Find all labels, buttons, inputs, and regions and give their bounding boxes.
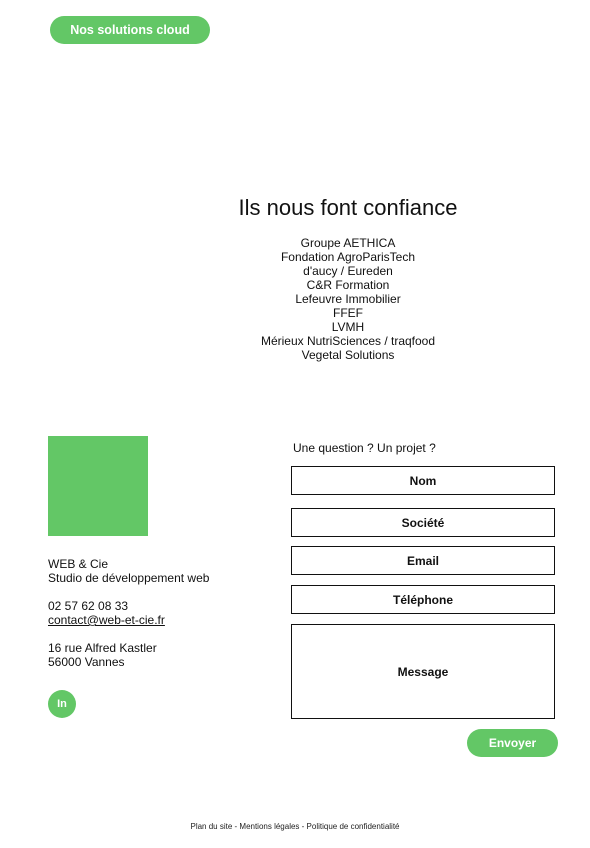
company-tagline: Studio de développement web	[48, 571, 210, 585]
address-line-1: 16 rue Alfred Kastler	[48, 641, 157, 655]
company-name: WEB & Cie	[48, 557, 109, 571]
company-phone: 02 57 62 08 33	[48, 599, 129, 613]
address-line-2: 56000 Vannes	[48, 655, 125, 669]
client-item: FFEF	[333, 306, 363, 320]
contact-info: WEB & Cie Studio de développement web 02…	[48, 557, 209, 683]
client-item: d'aucy / Eureden	[303, 264, 393, 278]
form-title: Une question ? Un projet ?	[293, 441, 436, 455]
email-field[interactable]: Email	[291, 546, 555, 575]
trust-title: Ils nous font confiance	[238, 195, 458, 220]
send-button[interactable]: Envoyer	[467, 729, 558, 757]
nom-field[interactable]: Nom	[291, 466, 555, 495]
client-item: Mérieux NutriSciences / traqfood	[260, 334, 436, 348]
footer-links[interactable]: Plan du site - Mentions légales - Politi…	[0, 822, 590, 831]
client-list: Groupe AETHICA Fondation AgroParisTech d…	[0, 236, 590, 362]
client-item: Groupe AETHICA	[300, 236, 396, 250]
company-logo	[48, 436, 148, 536]
client-item: Lefeuvre Immobilier	[295, 292, 401, 306]
solutions-cloud-button[interactable]: Nos solutions cloud	[50, 16, 210, 44]
client-item: Fondation AgroParisTech	[280, 250, 416, 264]
societe-field[interactable]: Société	[291, 508, 555, 537]
message-field[interactable]: Message	[291, 624, 555, 719]
client-item: Vegetal Solutions	[301, 348, 395, 362]
linkedin-icon[interactable]: In	[48, 690, 76, 718]
company-email-link[interactable]: contact@web-et-cie.fr	[48, 613, 165, 627]
client-item: LVMH	[331, 320, 365, 334]
telephone-field[interactable]: Téléphone	[291, 585, 555, 614]
client-item: C&R Formation	[306, 278, 390, 292]
